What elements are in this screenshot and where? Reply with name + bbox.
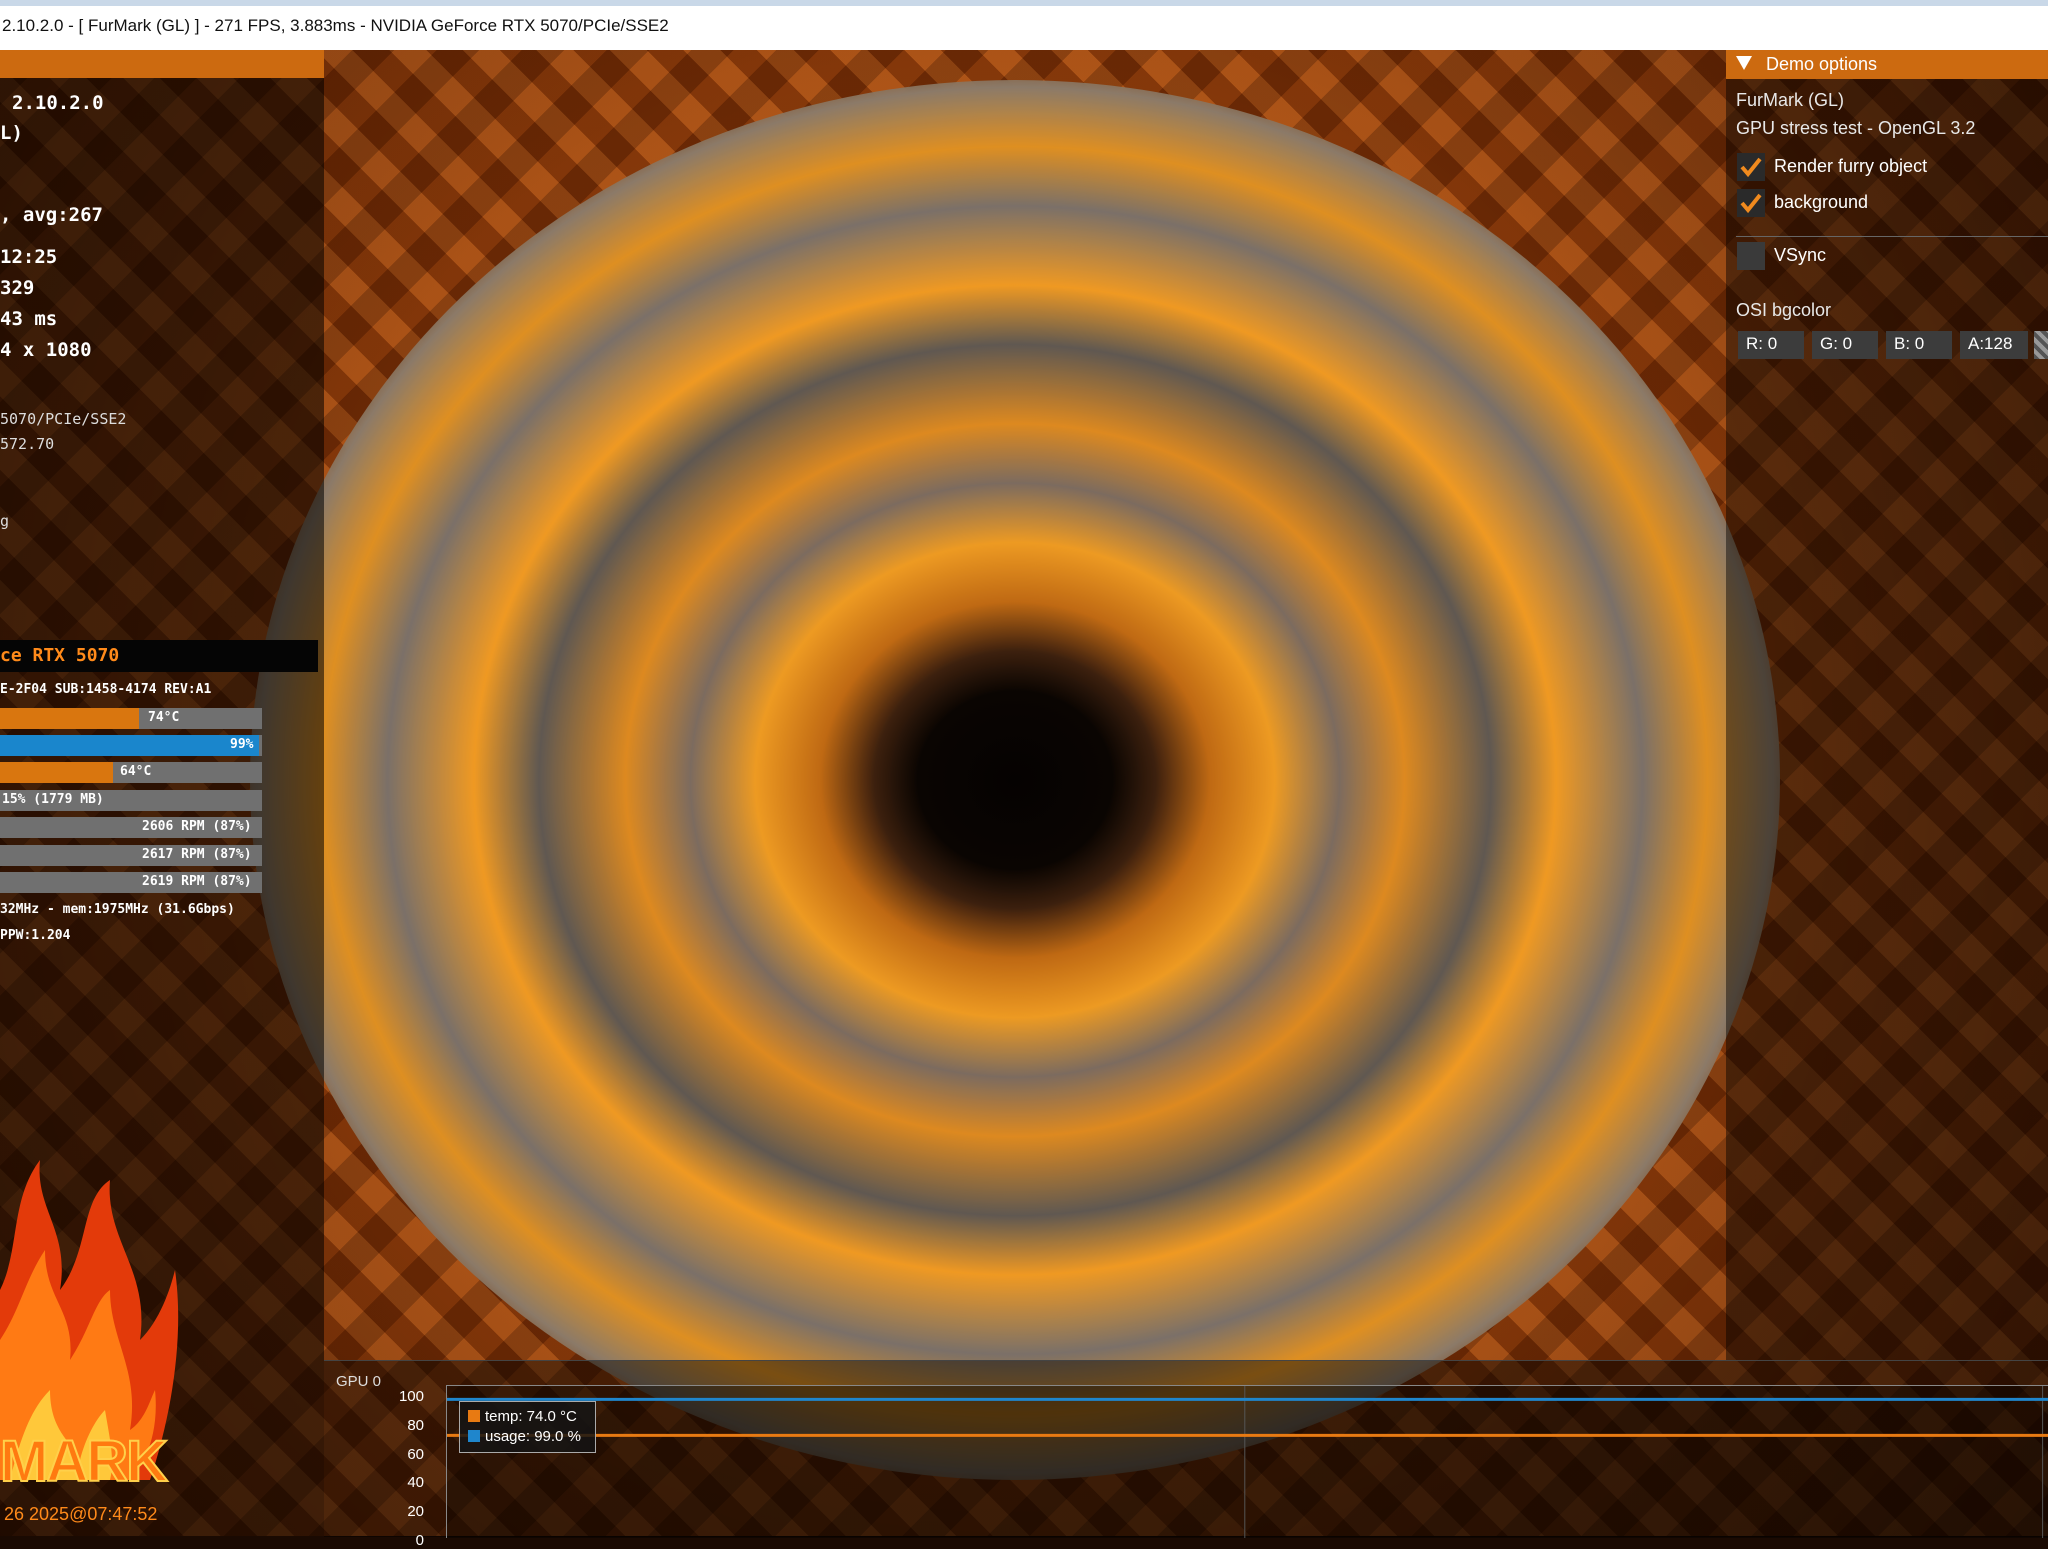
bgcolor-label: OSI bgcolor [1736,300,1832,320]
osd-meter-0: 74°C [0,708,262,729]
y-tick-label: 0 [415,1532,424,1549]
osd-ppw: PPW:1.204 [0,928,71,943]
bgcolor-r-input[interactable]: R: 0 [1738,331,1804,359]
osd-gpu-name-box: ce RTX 5070 [0,640,318,672]
legend-temp: temp: 74.0 °C [468,1408,577,1425]
osd-time: 12:25 [0,246,58,268]
osd-timestamp: 26 2025@07:47:52 [4,1504,158,1524]
demo-options-header[interactable]: Demo options [1726,50,2048,79]
separator [1736,236,2048,237]
vsync-checkbox[interactable] [1737,242,1765,270]
osd-api: L) [0,122,23,144]
demo-options-title: Demo options [1766,54,1878,74]
osd-meter-label: 64°C [120,764,152,779]
osd-meter-label: 99% [230,737,254,752]
osd-driver: 572.70 [0,435,55,453]
background-checkbox[interactable] [1737,189,1765,217]
osd-header-bar [0,50,324,78]
render-furry-label[interactable]: Render furry object [1774,156,1927,177]
osd-meter-fill [0,735,260,756]
furry-torus-render [250,80,1780,1480]
y-tick-label: 60 [407,1445,424,1463]
osd-fps-avg: , avg:267 [0,204,103,226]
graph-lines [447,1386,2048,1538]
osd-meter-3: 15% (1779 MB) [0,790,262,811]
osd-misc: g [0,512,10,530]
legend-temp-label: temp: 74.0 °C [485,1408,577,1425]
osd-meter-label: 15% (1779 MB) [2,792,104,807]
osd-meter-label: 2617 RPM (87%) [142,847,252,862]
osd-meter-6: 2619 RPM (87%) [0,872,262,893]
osd-meter-2: 64°C [0,762,262,783]
bgcolor-g-input[interactable]: G: 0 [1812,331,1878,359]
bgcolor-a-input[interactable]: A:128 [1960,331,2028,359]
osd-meter-1: 99% [0,735,262,756]
y-tick-label: 40 [407,1474,424,1492]
y-tick-label: 100 [398,1388,424,1405]
bgcolor-b-input[interactable]: B: 0 [1886,331,1952,359]
render-furry-checkbox[interactable] [1737,153,1765,181]
demo-app-name: FurMark (GL) [1736,90,1844,110]
osd-gpu-name: ce RTX 5070 [0,645,120,666]
osd-meter-label: 74°C [148,710,180,725]
osd-resolution: 4 x 1080 [0,339,92,361]
demo-description: GPU stress test - OpenGL 3.2 [1736,118,1976,138]
gpu-graph-panel: GPU 0 temp: 74.0 °C usage: 99.0 % 100 80 6… [324,1360,2048,1549]
bgcolor-swatch[interactable] [2034,331,2048,359]
osd-renderer: 5070/PCIe/SSE2 [0,410,127,428]
graph-legend: temp: 74.0 °C usage: 99.0 % [459,1401,596,1453]
checkmark-icon [1740,193,1762,214]
legend-temp-swatch [468,1410,480,1422]
osd-frames: 329 [0,277,35,299]
osd-meter-fill [0,762,113,783]
checkmark-icon [1740,157,1762,178]
legend-usage-swatch [468,1430,480,1442]
osd-meter-4: 2606 RPM (87%) [0,817,262,838]
osd-clocks: 32MHz - mem:1975MHz (31.6Gbps) [0,902,235,917]
graph-plot-area [446,1385,2048,1538]
y-tick-label: 80 [407,1416,424,1434]
osd-meter-5: 2617 RPM (87%) [0,845,262,866]
osd-frametime: 43 ms [0,308,58,330]
y-tick-label: 20 [407,1503,424,1521]
furmark-logo-text: MARK [0,1428,169,1495]
osd-meter-label: 2619 RPM (87%) [142,874,252,889]
vsync-label[interactable]: VSync [1774,245,1826,266]
legend-usage-label: usage: 99.0 % [485,1428,581,1445]
osd-meter-label: 2606 RPM (87%) [142,819,252,834]
collapse-triangle-icon[interactable] [1736,56,1752,70]
demo-options-panel: Demo options FurMark (GL) GPU stress tes… [1726,50,2048,1360]
osd-meter-fill [0,708,139,729]
osd-version: 2.10.2.0 [12,92,104,114]
legend-usage: usage: 99.0 % [468,1428,581,1445]
window-title: 2.10.2.0 - [ FurMark (GL) ] - 271 FPS, 3… [2,16,669,35]
osd-gpu-ids: E-2F04 SUB:1458-4174 REV:A1 [0,682,212,697]
window-title-bar[interactable]: 2.10.2.0 - [ FurMark (GL) ] - 271 FPS, 3… [0,0,2048,50]
graph-title: GPU 0 [336,1373,382,1390]
background-label[interactable]: background [1774,192,1868,213]
